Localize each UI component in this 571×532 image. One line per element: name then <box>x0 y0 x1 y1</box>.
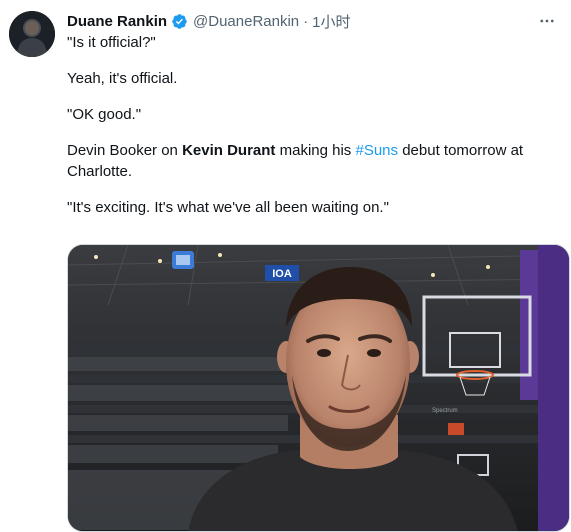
separator-dot: · <box>303 12 309 30</box>
verified-badge-icon <box>171 13 188 30</box>
tweet-timestamp[interactable]: 1小时 <box>312 11 350 32</box>
hashtag-link[interactable]: #Suns <box>355 142 398 159</box>
avatar[interactable] <box>9 11 55 57</box>
spectrum-sign-text: Spectrum <box>432 408 458 414</box>
tweet-line-4: Devin Booker on Kevin Durant making his … <box>67 140 557 182</box>
line-4-prefix: Devin Booker on <box>67 142 183 159</box>
author-display-name[interactable]: Duane Rankin <box>67 13 167 30</box>
tweet-line-2: Yeah, it's official. <box>67 70 178 87</box>
avatar-image <box>9 11 55 57</box>
ioa-sign-text: IOA <box>272 268 292 280</box>
arena-logo <box>172 251 194 269</box>
mention-kevin-durant: Kevin Durant <box>182 142 276 159</box>
author-handle[interactable]: @DuaneRankin <box>193 13 299 30</box>
tweet-header: Duane Rankin @DuaneRankin · 1小时 <box>67 11 351 31</box>
tweet-media-photo[interactable]: IOA Spectrum <box>67 244 570 532</box>
line-4-middle: making his <box>275 142 356 159</box>
more-options-icon[interactable] <box>535 9 559 33</box>
tweet-text: "Is it official?" Yeah, it's official. "… <box>67 32 557 233</box>
arena-selfie-photo: IOA Spectrum <box>68 245 569 531</box>
ioa-sign: IOA <box>265 265 299 281</box>
tweet-line-3: "OK good." <box>67 106 142 123</box>
tweet-line-1: "Is it official?" <box>67 34 156 51</box>
tweet-line-5: "It's exciting. It's what we've all been… <box>67 199 389 216</box>
